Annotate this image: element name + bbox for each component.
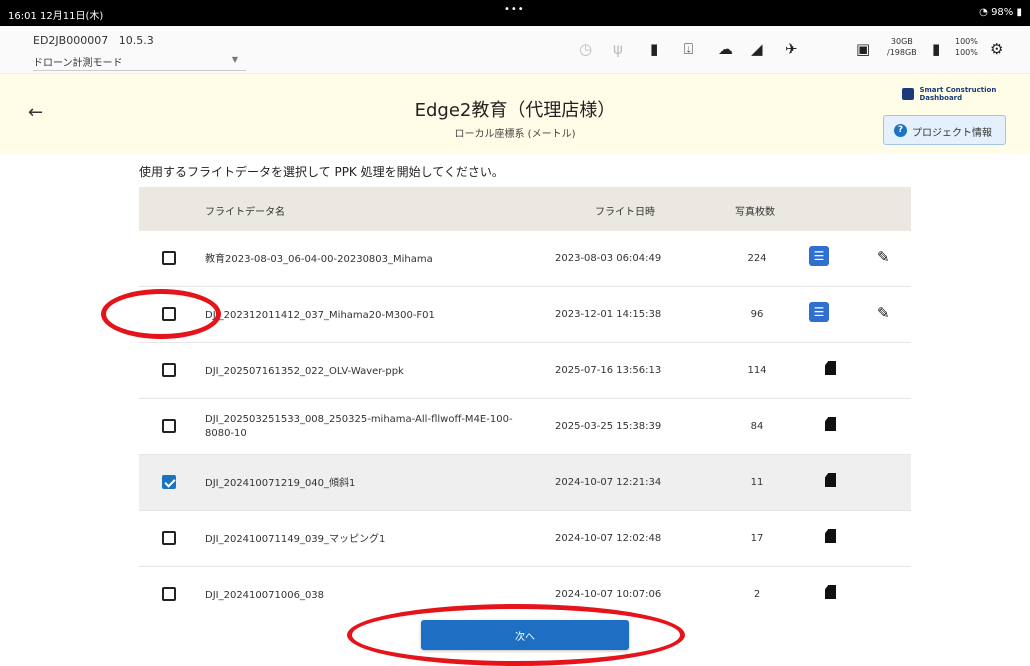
top-toolbar: ED2JB000007 10.5.3 ドローン計測モード ▼ ◷ ψ ▮ ⍗ ☁… xyxy=(0,26,1030,74)
cloud-db-icon[interactable]: ☰ xyxy=(809,246,829,266)
cloud-icon[interactable]: ☁ xyxy=(718,40,733,58)
photo-count: 224 xyxy=(747,253,767,264)
sync-icon[interactable]: ◷ xyxy=(579,40,592,58)
flight-name: 教育2023-08-03_06-04-00-20230803_Mihama xyxy=(205,254,433,265)
brand-line-2: Dashboard xyxy=(919,94,963,102)
photo-count: 17 xyxy=(750,533,764,544)
sd-card-icon[interactable]: ▮ xyxy=(650,40,658,58)
instruction-text: 使用するフライトデータを選択して PPK 処理を開始してください。 xyxy=(139,165,504,179)
photo-count: 84 xyxy=(750,421,764,432)
header-date: フライト日時 xyxy=(595,207,655,218)
wifi-icon: ◔ xyxy=(979,7,988,18)
battery-pct-bottom: 100% xyxy=(955,48,978,57)
cloud-db-icon[interactable]: ☰ xyxy=(809,302,829,322)
table-header: フライトデータ名 フライト日時 写真枚数 xyxy=(139,187,911,231)
flight-name: DJI_202410071006_038 xyxy=(205,590,325,601)
flight-name: DJI_202503251533_008_250325-mihama-All-f… xyxy=(205,414,513,439)
battery-pct-top: 100% xyxy=(955,37,978,46)
storage-total: /198GB xyxy=(887,48,917,57)
photo-count: 114 xyxy=(747,365,767,376)
flight-date: 2024-10-07 10:07:06 xyxy=(555,589,662,600)
row-checkbox[interactable] xyxy=(162,419,176,433)
table-row[interactable]: 教育2023-08-03_06-04-00-20230803_Mihama 202… xyxy=(139,231,911,287)
flight-date: 2025-03-25 15:38:39 xyxy=(555,421,662,432)
sd-card-icon xyxy=(825,361,836,375)
multitask-dots[interactable]: ••• xyxy=(504,4,525,15)
edit-pencil-icon[interactable]: ✎ xyxy=(877,248,890,266)
device-id: ED2JB000007 xyxy=(33,34,109,47)
flight-name: DJI_202312011412_037_Mihama20-M300-F01 xyxy=(205,310,435,321)
download-icon[interactable]: ⍗ xyxy=(684,40,693,58)
flight-date: 2024-10-07 12:21:34 xyxy=(555,477,662,488)
next-button[interactable]: 次へ xyxy=(421,620,629,650)
battery-percent: 98% xyxy=(991,7,1014,18)
storage-used: 30GB xyxy=(890,37,913,46)
flight-date: 2024-10-07 12:02:48 xyxy=(555,533,662,544)
device-battery-icon: ▮ xyxy=(932,40,941,58)
table-row[interactable]: DJI_202410071149_039_マッピング1 2024-10-07 12… xyxy=(139,511,911,567)
device-battery-indicator: 100% 100% xyxy=(955,36,978,58)
table-row[interactable]: DJI_202410071219_040_傾斜1 2024-10-07 12:21… xyxy=(139,455,911,511)
mode-select[interactable]: ドローン計測モード ▼ xyxy=(33,51,246,71)
status-time: 16:01 12月11日(木) xyxy=(8,11,104,22)
battery-indicator: ◔ 98% ▮ xyxy=(979,7,1022,18)
table-row[interactable]: DJI_202312011412_037_Mihama20-M300-F01 20… xyxy=(139,287,911,343)
flight-name: DJI_202410071219_040_傾斜1 xyxy=(205,478,356,489)
row-checkbox[interactable] xyxy=(162,307,176,321)
row-checkbox[interactable] xyxy=(162,475,176,489)
photo-count: 96 xyxy=(750,309,764,320)
flight-date: 2025-07-16 13:56:13 xyxy=(555,365,662,376)
device-info: ED2JB000007 10.5.3 xyxy=(33,34,154,47)
chevron-down-icon: ▼ xyxy=(231,55,238,64)
row-checkbox[interactable] xyxy=(162,587,176,601)
table-row[interactable]: DJI_202503251533_008_250325-mihama-All-f… xyxy=(139,399,911,455)
device-version: 10.5.3 xyxy=(118,34,154,47)
help-icon: ? xyxy=(894,124,907,137)
edit-pencil-icon[interactable]: ✎ xyxy=(877,304,890,322)
row-checkbox[interactable] xyxy=(162,531,176,545)
satellite-icon[interactable]: ✈ xyxy=(785,40,798,58)
brand-logo: Smart Construction Dashboard xyxy=(902,86,996,102)
header-count: 写真枚数 xyxy=(735,207,775,218)
row-checkbox[interactable] xyxy=(162,251,176,265)
mode-select-value: ドローン計測モード xyxy=(33,58,123,69)
table-row[interactable]: DJI_202410071006_038 2024-10-07 10:07:06 2 xyxy=(139,567,911,607)
row-checkbox[interactable] xyxy=(162,363,176,377)
photo-count: 11 xyxy=(750,477,764,488)
project-info-label: プロジェクト情報 xyxy=(912,128,992,139)
storage-icon: ▣ xyxy=(856,40,871,58)
project-header: ← Edge2教育（代理店様） ローカル座標系 (メートル) Smart Con… xyxy=(0,74,1030,154)
system-status-bar: 16:01 12月11日(木) ••• ◔ 98% ▮ xyxy=(0,0,1030,26)
flight-name: DJI_202507161352_022_OLV-Waver-ppk xyxy=(205,366,404,377)
sd-card-icon xyxy=(825,417,836,431)
brand-line-1: Smart Construction xyxy=(919,86,997,94)
header-name: フライトデータ名 xyxy=(205,207,285,218)
sd-card-icon xyxy=(825,529,836,543)
flight-name: DJI_202410071149_039_マッピング1 xyxy=(205,534,386,545)
project-info-button[interactable]: ? プロジェクト情報 xyxy=(883,115,1006,145)
table-row[interactable]: DJI_202507161352_022_OLV-Waver-ppk 2025-0… xyxy=(139,343,911,399)
usb-icon[interactable]: ψ xyxy=(613,40,623,58)
flight-date: 2023-08-03 06:04:49 xyxy=(555,253,662,264)
flight-date: 2023-12-01 14:15:38 xyxy=(555,309,662,320)
flight-data-table[interactable]: フライトデータ名 フライト日時 写真枚数 教育2023-08-03_06-04-… xyxy=(139,187,911,607)
table-body: 教育2023-08-03_06-04-00-20230803_Mihama 202… xyxy=(139,231,911,607)
photo-count: 2 xyxy=(753,589,761,600)
sd-card-icon xyxy=(825,585,836,599)
storage-indicator: 30GB /198GB xyxy=(887,36,917,58)
battery-icon: ▮ xyxy=(1016,7,1022,18)
sd-card-icon xyxy=(825,473,836,487)
dashboard-logo-icon xyxy=(902,88,914,100)
project-title: Edge2教育（代理店様） xyxy=(414,100,616,121)
gear-icon[interactable]: ⚙ xyxy=(990,40,1003,58)
project-subtitle: ローカル座標系 (メートル) xyxy=(454,129,576,140)
signal-icon[interactable]: ◢ xyxy=(751,40,763,58)
